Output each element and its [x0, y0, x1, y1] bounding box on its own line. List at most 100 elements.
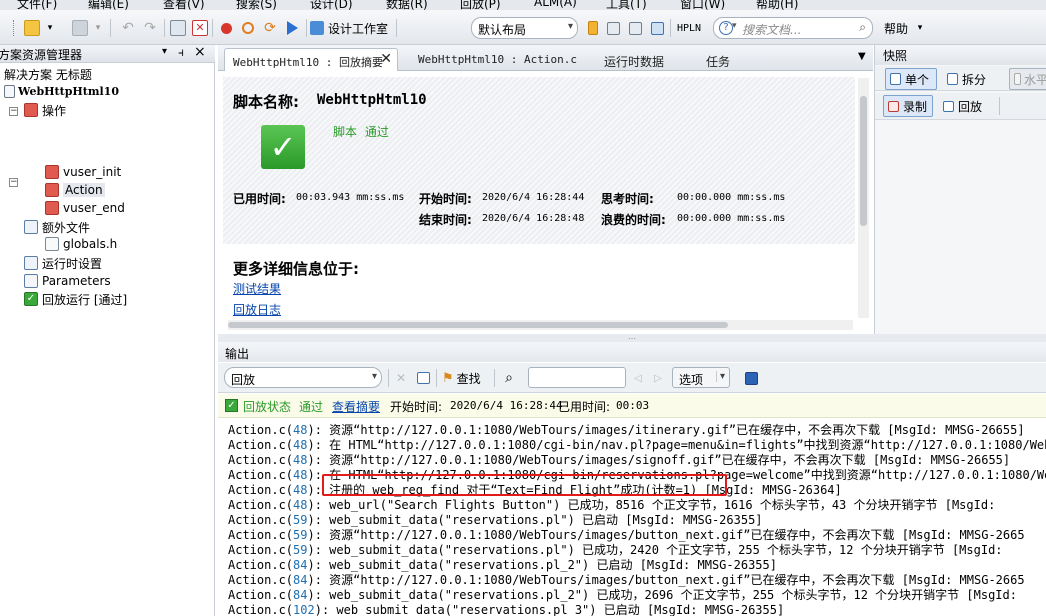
think-unit: mm:ss.ms [737, 192, 786, 203]
replay-log-link[interactable]: 回放日志 [233, 301, 281, 318]
menu-tools[interactable]: 工具(T) [606, 0, 647, 10]
new-script-icon[interactable] [22, 18, 42, 38]
record-icon[interactable] [216, 18, 236, 38]
run-icon[interactable] [282, 18, 302, 38]
output-log[interactable]: Action.c(48): 资源“http://127.0.0.1:1080/W… [218, 420, 1046, 616]
pin-icon[interactable]: ⫞ [178, 45, 184, 60]
output-start-time-value: 2020/6/4 16:28:44 [450, 399, 563, 412]
menu-file[interactable]: 文件(F) [17, 0, 57, 10]
menu-window[interactable]: 窗口(W) [680, 0, 725, 10]
menu-replay[interactable]: 回放(P) [460, 0, 501, 10]
design-studio-button[interactable]: 设计工作室 [310, 18, 392, 38]
save-icon[interactable] [70, 18, 90, 38]
horizontal-view-label: 水平 [1023, 72, 1046, 87]
find-flag-icon: ⚑ [442, 370, 454, 386]
horizontal-view-button[interactable]: 水平 [1009, 68, 1046, 90]
find-button[interactable]: ⚑ 查找 [442, 368, 490, 388]
toolbar-grip [8, 18, 20, 38]
record-snapshot-button[interactable]: 录制 [883, 95, 933, 117]
undo-icon[interactable]: ↶ [118, 18, 138, 38]
menu-alm[interactable]: ALM(A) [534, 0, 577, 9]
tree-parameters[interactable]: Parameters [24, 272, 111, 290]
tree-parameters-label: Parameters [42, 274, 111, 288]
redo-icon[interactable]: ↷ [140, 18, 160, 38]
log-paren: ) [307, 498, 315, 512]
close-tab-icon[interactable]: ✕ [380, 51, 392, 67]
think-time-value: 00:00.000 mm:ss.ms [677, 192, 785, 203]
log-line-number: 48 [293, 423, 308, 437]
tree-vuser-init[interactable]: vuser_init [45, 163, 121, 181]
window-icon[interactable] [648, 18, 666, 38]
clear-icon[interactable]: ✕ [392, 368, 410, 388]
new-dropdown-chevron-icon[interactable]: ▾ [44, 18, 56, 38]
tab-list-menu-icon[interactable]: ▼ [858, 51, 866, 62]
options-button[interactable]: 选项 ▾ [672, 367, 730, 388]
output-source-select[interactable]: 回放 ▾ [224, 367, 382, 388]
tree-actions[interactable]: 操作 [24, 101, 66, 119]
find-next-icon[interactable]: ▷ [650, 368, 666, 388]
menu-edit[interactable]: 编辑(E) [88, 0, 129, 10]
test-results-link[interactable]: 测试结果 [233, 280, 281, 297]
doc-search-input[interactable]: ? ▾ 搜索文档... ⌕ [713, 17, 873, 39]
snapshot-view-toolbar: 单个 拆分 水平 [875, 66, 1046, 91]
tab-replay-summary[interactable]: WebHttpHtml10 : 回放摘要 ✕ [224, 48, 398, 71]
menu-search[interactable]: 搜索(S) [236, 0, 277, 10]
tree-solution[interactable]: 解决方案 无标题 [0, 65, 92, 83]
panel-menu-chevron-icon[interactable]: ▾ [162, 46, 167, 57]
tree-runtime-settings[interactable]: 运行时设置 [24, 254, 102, 272]
find-prev-icon[interactable]: ◁ [630, 368, 646, 388]
menu-data[interactable]: 数据(R) [386, 0, 428, 10]
grid-icon[interactable] [626, 18, 644, 38]
bookmark-icon[interactable] [584, 18, 602, 38]
tab-action-c[interactable]: WebHttpHtml10 : Action.c [410, 48, 585, 71]
save-dropdown-chevron-icon[interactable]: ▾ [92, 18, 104, 38]
tab-runtime-data[interactable]: 运行时数据 [596, 48, 672, 71]
compile-icon[interactable] [168, 18, 188, 38]
tree-script[interactable]: WebHttpHtml10 [4, 82, 119, 100]
toolbar-separator [999, 97, 1000, 115]
scrollbar-thumb[interactable] [860, 96, 867, 226]
collapse-extra-files-icon[interactable]: − [9, 178, 18, 187]
log-text: : 资源“http://127.0.0.1:1080/WebTours/imag… [314, 453, 1011, 467]
wrap-icon[interactable] [414, 368, 432, 388]
search-icon[interactable]: ⌕ [500, 368, 518, 388]
help-dropdown-chevron-icon[interactable]: ▾ [914, 18, 926, 38]
log-line-number: 84 [293, 588, 308, 602]
menu-view[interactable]: 查看(V) [163, 0, 205, 10]
solution-explorer-header: 方案资源管理器 ▾ ⫞ × [0, 44, 215, 63]
log-text: : web_submit_data("reservations.pl") 已启动… [314, 513, 763, 527]
menu-help[interactable]: 帮助(H) [756, 0, 798, 10]
tree-replay-run[interactable]: ✓ 回放运行 [通过] [24, 290, 127, 308]
single-view-button[interactable]: 单个 [885, 68, 937, 90]
hpln-button[interactable]: HPLN [675, 18, 703, 38]
single-view-icon [890, 73, 901, 85]
log-line: Action.c(48): 资源“http://127.0.0.1:1080/W… [228, 453, 1010, 468]
log-line-number: 48 [293, 498, 308, 512]
scrollbar-thumb[interactable] [228, 322, 728, 328]
vertical-scrollbar[interactable] [858, 78, 869, 318]
step-icon[interactable]: ⟳ [260, 18, 280, 38]
split-view-button[interactable]: 拆分 [942, 68, 994, 90]
horizontal-view-icon [1014, 73, 1021, 85]
replay-snapshot-button[interactable]: 回放 [938, 95, 990, 117]
list-icon[interactable] [604, 18, 622, 38]
breakpoint-icon[interactable] [238, 18, 258, 38]
tab-tasks[interactable]: 任务 [698, 48, 738, 71]
menu-design[interactable]: 设计(D) [310, 0, 353, 10]
tree-globals[interactable]: globals.h [45, 235, 117, 253]
horizontal-splitter[interactable]: ⋯ [218, 334, 1046, 343]
horizontal-scrollbar[interactable] [228, 320, 853, 330]
tree-vuser-end[interactable]: vuser_end [45, 199, 125, 217]
tree-action[interactable]: Action [45, 181, 105, 199]
log-paren: ) [307, 483, 315, 497]
view-summary-link[interactable]: 查看摘要 [332, 398, 380, 415]
delete-icon[interactable]: ✕ [190, 18, 210, 38]
close-icon[interactable]: × [194, 44, 206, 60]
layout-select[interactable]: 默认布局 ▾ [471, 17, 578, 39]
help-button[interactable]: 帮助 [880, 18, 912, 38]
output-source-value: 回放 [231, 373, 256, 387]
tree-extra-files[interactable]: 额外文件 [24, 218, 90, 236]
output-find-input[interactable] [528, 367, 626, 388]
collapse-actions-icon[interactable]: − [9, 107, 18, 116]
save-output-icon[interactable] [742, 368, 760, 388]
